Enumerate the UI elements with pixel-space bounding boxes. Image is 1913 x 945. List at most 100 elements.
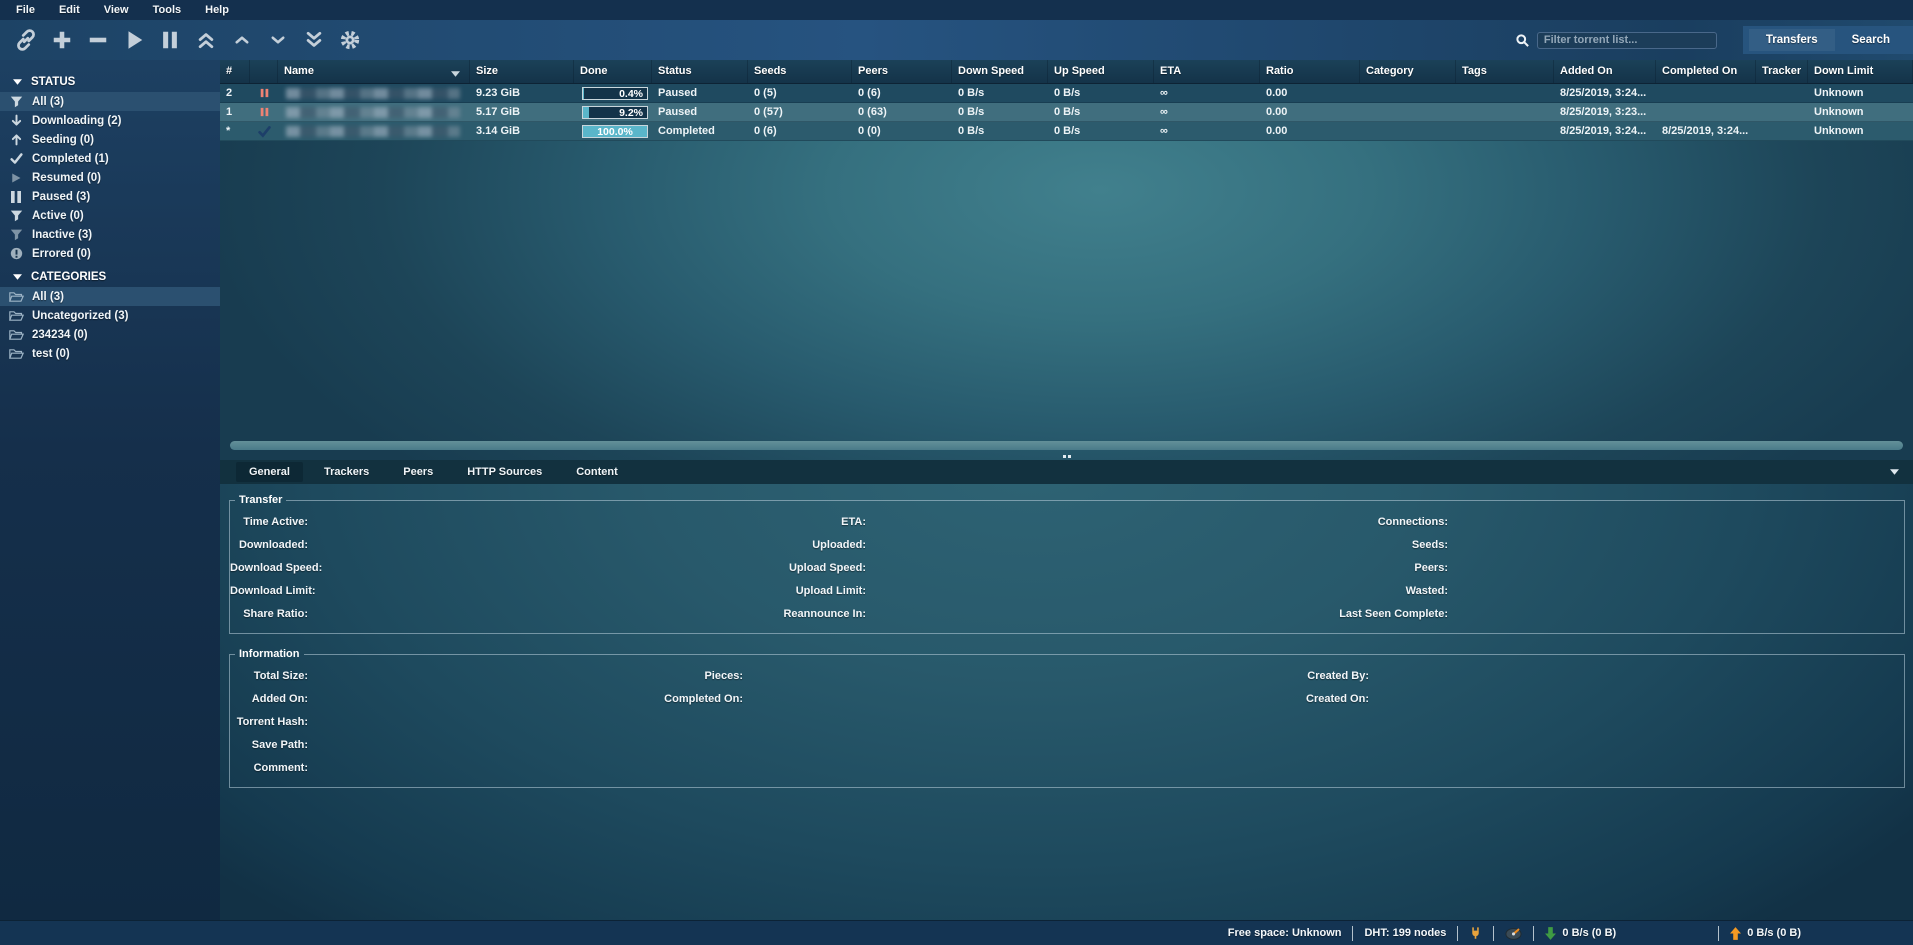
column-header-name[interactable]: Name <box>278 60 470 83</box>
sidebar-item-completed-1[interactable]: Completed (1) <box>0 149 220 168</box>
folder-icon <box>8 291 24 303</box>
filter-torrent-input[interactable] <box>1537 32 1717 49</box>
sidebar-item-downloading-2[interactable]: Downloading (2) <box>0 111 220 130</box>
horizontal-scrollbar <box>220 439 1913 452</box>
detail-field-row: Added On:Completed On:Created On: <box>230 687 1904 710</box>
column-header-tags[interactable]: Tags <box>1456 60 1554 83</box>
column-header-label: Completed On <box>1662 65 1737 77</box>
column-header-status[interactable]: Status <box>652 60 748 83</box>
menu-file[interactable]: File <box>4 2 47 18</box>
column-header-peers[interactable]: Peers <box>852 60 952 83</box>
torrent-row[interactable]: 29.23 GiB0.4%Paused0 (5)0 (6)0 B/s0 B/s∞… <box>220 84 1913 103</box>
paused-state-icon <box>259 106 270 118</box>
move-up-button[interactable] <box>229 27 255 53</box>
resume-button[interactable] <box>121 27 147 53</box>
sidebar-item-seeding-0[interactable]: Seeding (0) <box>0 130 220 149</box>
menu-view[interactable]: View <box>92 2 141 18</box>
sidebar-item-active-0[interactable]: Active (0) <box>0 206 220 225</box>
column-header-done[interactable]: Done <box>574 60 652 83</box>
column-header-label: Down Limit <box>1814 65 1873 77</box>
link-button[interactable] <box>13 27 39 53</box>
remove-button[interactable] <box>85 27 111 53</box>
detail-tab-general[interactable]: General <box>236 462 303 482</box>
connection-status-icon[interactable] <box>1469 926 1482 940</box>
cell-peers: 0 (0) <box>852 122 952 140</box>
pause-button[interactable] <box>157 27 183 53</box>
tab-transfers[interactable]: Transfers <box>1749 29 1835 51</box>
column-header-category[interactable]: Category <box>1360 60 1456 83</box>
horizontal-scrollbar-thumb[interactable] <box>230 441 1903 450</box>
move-down-button[interactable] <box>265 27 291 53</box>
column-header-completed-on[interactable]: Completed On <box>1656 60 1756 83</box>
field-label-download-limit: Download Limit: <box>230 585 308 597</box>
move-top-button[interactable] <box>193 27 219 53</box>
cell-status: Paused <box>652 84 748 102</box>
column-header-blank[interactable]: # <box>220 60 250 83</box>
cell-ratio: 0.00 <box>1260 103 1360 121</box>
cell-down-limit: Unknown <box>1808 103 1913 121</box>
column-header-up-speed[interactable]: Up Speed <box>1048 60 1154 83</box>
sidebar-item-all-3[interactable]: All (3) <box>0 92 220 111</box>
column-header-down-speed[interactable]: Down Speed <box>952 60 1048 83</box>
menu-edit[interactable]: Edit <box>47 2 92 18</box>
column-header-eta[interactable]: ETA <box>1154 60 1260 83</box>
arrow-up-icon <box>8 133 24 146</box>
cell-blank: * <box>220 122 250 140</box>
panel-splitter[interactable] <box>220 452 1913 460</box>
sidebar-item-test-0[interactable]: test (0) <box>0 344 220 363</box>
column-header-tracker[interactable]: Tracker <box>1756 60 1808 83</box>
detail-tab-peers[interactable]: Peers <box>390 462 446 482</box>
column-header-down-limit[interactable]: Down Limit <box>1808 60 1913 83</box>
alt-speed-toggle-icon[interactable] <box>1505 926 1522 940</box>
sidebar-item-errored-0[interactable]: Errored (0) <box>0 244 220 263</box>
sidebar-item-resumed-0[interactable]: Resumed (0) <box>0 168 220 187</box>
filter-icon <box>8 95 24 108</box>
cell-ratio: 0.00 <box>1260 122 1360 140</box>
free-space-label: Free space: Unknown <box>1228 927 1342 939</box>
detail-tab-trackers[interactable]: Trackers <box>311 462 382 482</box>
detail-tab-http-sources[interactable]: HTTP Sources <box>454 462 555 482</box>
column-header-size[interactable]: Size <box>470 60 574 83</box>
field-label-eta: ETA: <box>308 516 866 528</box>
detail-panel-collapse-icon[interactable] <box>1884 468 1905 476</box>
torrent-row[interactable]: 15.17 GiB9.2%Paused0 (57)0 (63)0 B/s0 B/… <box>220 103 1913 122</box>
sidebar-item-all-3[interactable]: All (3) <box>0 287 220 306</box>
menu-tools[interactable]: Tools <box>141 2 194 18</box>
error-icon <box>8 247 24 260</box>
sidebar-item-uncategorized-3[interactable]: Uncategorized (3) <box>0 306 220 325</box>
progress-fill <box>583 107 589 118</box>
field-label-upload-speed: Upload Speed: <box>308 562 866 574</box>
sidebar-item-paused-3[interactable]: Paused (3) <box>0 187 220 206</box>
sidebar-section-status[interactable]: STATUS <box>0 72 220 92</box>
cell-completed-on: 8/25/2019, 3:24... <box>1656 122 1756 140</box>
cell-up-speed: 0 B/s <box>1048 84 1154 102</box>
column-header-ratio[interactable]: Ratio <box>1260 60 1360 83</box>
options-button[interactable] <box>337 27 363 53</box>
upload-speed-status[interactable]: 0 B/s (0 B) <box>1730 927 1801 940</box>
column-header-label: Up Speed <box>1054 65 1105 77</box>
sidebar-section-categories[interactable]: CATEGORIES <box>0 267 220 287</box>
progress-label: 0.4% <box>619 88 643 100</box>
transfer-legend: Transfer <box>235 494 286 506</box>
cell-size: 9.23 GiB <box>470 84 574 102</box>
move-down-icon <box>269 31 287 49</box>
cell-ratio: 0.00 <box>1260 84 1360 102</box>
sort-descending-icon <box>451 68 460 80</box>
column-header-added-on[interactable]: Added On <box>1554 60 1656 83</box>
column-header-seeds[interactable]: Seeds <box>748 60 852 83</box>
sidebar-item-234234-0[interactable]: 234234 (0) <box>0 325 220 344</box>
column-header-label: ETA <box>1160 65 1181 77</box>
sidebar-item-inactive-3[interactable]: Inactive (3) <box>0 225 220 244</box>
torrent-table-body: 29.23 GiB0.4%Paused0 (5)0 (6)0 B/s0 B/s∞… <box>220 84 1913 141</box>
move-bottom-button[interactable] <box>301 27 327 53</box>
cell-seeds: 0 (5) <box>748 84 852 102</box>
detail-tab-content[interactable]: Content <box>563 462 631 482</box>
tab-search[interactable]: Search <box>1835 29 1907 51</box>
torrent-row[interactable]: *3.14 GiB100.0%Completed0 (6)0 (0)0 B/s0… <box>220 122 1913 141</box>
menu-help[interactable]: Help <box>193 2 241 18</box>
column-header-state[interactable] <box>250 60 278 83</box>
redacted-torrent-name <box>286 88 460 99</box>
download-speed-status[interactable]: 0 B/s (0 B) <box>1545 927 1616 940</box>
cell-added-on: 8/25/2019, 3:24... <box>1554 122 1656 140</box>
add-button[interactable] <box>49 27 75 53</box>
